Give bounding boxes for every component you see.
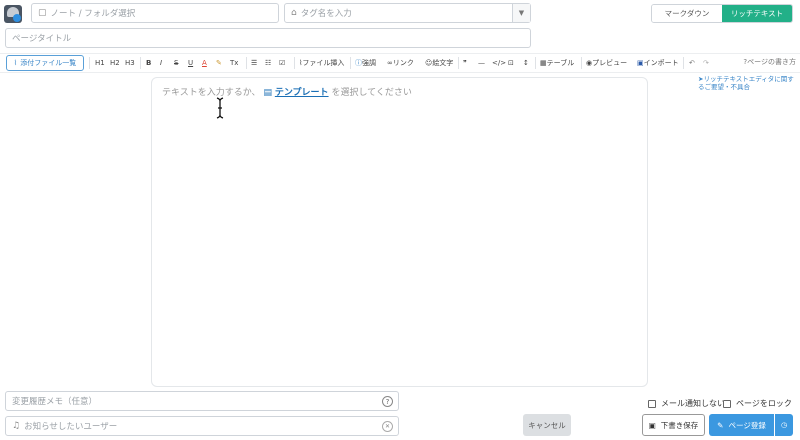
attachments-button[interactable]: ⌇ 添付ファイル一覧 (6, 55, 84, 71)
feedback-label: リッチテキストエディタに関するご要望・不具合 (698, 75, 794, 91)
save-draft-button[interactable]: ▣ 下書き保存 (642, 414, 705, 436)
no-mail-checkbox[interactable]: メール通知しない (648, 398, 725, 409)
template-link[interactable]: テンプレート (275, 88, 329, 98)
notify-placeholder: お知らせしたいユーザー (24, 422, 118, 432)
file-insert-button[interactable]: ⌇ ファイル挿入 (299, 56, 344, 70)
table-icon: ▦ (540, 59, 547, 67)
emphasis-button[interactable]: ⓘ 強調 (355, 56, 376, 70)
emoji-button[interactable]: ☺ 絵文字 (425, 56, 453, 70)
codeblock-button[interactable]: ⊡ (508, 56, 514, 70)
feedback-link[interactable]: ➤リッチテキストエディタに関するご要望・不具合 (698, 75, 798, 91)
link-button[interactable]: ∞ リンク (387, 56, 414, 70)
clear-format-button[interactable]: Tx (230, 56, 238, 70)
preview-button[interactable]: ◉ プレビュー (586, 56, 627, 70)
cancel-button[interactable]: キャンセル (523, 414, 571, 436)
smile-icon: ☺ (425, 59, 433, 67)
register-page-button[interactable]: ✎ ページ登録 (709, 414, 774, 436)
register-label: ページ登録 (728, 420, 766, 430)
preview-label: プレビュー (592, 59, 628, 67)
italic-button[interactable]: I (160, 56, 162, 70)
notify-users-input[interactable]: ♫ お知らせしたいユーザー ✕ (5, 416, 399, 436)
howto-link[interactable]: ?ページの書き方 (743, 57, 796, 67)
heading3-button[interactable]: H3 (125, 56, 135, 70)
editor-mode-toggle: マークダウン リッチテキスト (651, 4, 793, 23)
expand-button[interactable]: ↕ (523, 56, 529, 70)
memo-placeholder: 変更履歴メモ（任意） (12, 397, 98, 407)
folder-select[interactable]: ▢ ノート / フォルダ選択 (31, 3, 279, 23)
checkbox-box[interactable] (648, 399, 656, 408)
folder-icon: ▢ (38, 8, 47, 18)
highlight-icon[interactable]: ✎ (216, 56, 222, 70)
bell-icon: ♫ (12, 421, 21, 431)
quote-button[interactable]: ❞ (463, 56, 467, 70)
emoji-label: 絵文字 (432, 59, 454, 67)
no-mail-label: メール通知しない (661, 399, 725, 408)
app-logo (4, 5, 22, 23)
clear-icon[interactable]: ✕ (382, 421, 393, 432)
paperclip-icon: ⌇ (13, 59, 18, 67)
horizontal-rule-button[interactable]: — (478, 56, 485, 70)
clock-icon[interactable]: ◷ (775, 414, 793, 436)
chevron-down-icon[interactable]: ▼ (512, 4, 530, 22)
link-label: リンク (392, 59, 414, 67)
import-label: インポート (643, 59, 679, 67)
import-button[interactable]: ▣ インポート (637, 56, 679, 70)
heading2-button[interactable]: H2 (110, 56, 120, 70)
document-icon: ▤ (263, 88, 272, 98)
pencil-icon: ✎ (717, 420, 724, 430)
lock-page-label: ページをロック (736, 399, 792, 408)
tag-input[interactable]: ⌂ タグ名を入力 ▼ (284, 3, 531, 23)
rich-text-editor[interactable] (151, 77, 648, 387)
word-icon: ▣ (637, 59, 644, 67)
ordered-list-icon[interactable]: ☷ (265, 56, 271, 70)
text-cursor-icon (216, 97, 224, 119)
file-insert-label: ファイル挿入 (302, 59, 345, 67)
checkbox-box[interactable] (723, 399, 731, 408)
emphasis-label: 強調 (362, 59, 376, 67)
howto-label: ページの書き方 (747, 58, 796, 66)
bold-button[interactable]: B (146, 56, 151, 70)
save-icon: ▣ (648, 420, 656, 430)
undo-button[interactable]: ↶ (689, 56, 695, 70)
code-button[interactable]: </> (492, 56, 506, 70)
page-title-input[interactable]: ページタイトル (5, 28, 531, 48)
bullet-list-icon[interactable]: ☰ (251, 56, 257, 70)
checklist-icon[interactable]: ☑ (279, 56, 285, 70)
tag-input-placeholder: タグ名を入力 (300, 9, 352, 19)
table-label: テーブル (546, 59, 575, 67)
page-title-placeholder: ページタイトル (12, 34, 72, 44)
strike-button[interactable]: S (174, 56, 178, 70)
markdown-mode-button[interactable]: マークダウン (652, 5, 722, 22)
table-button[interactable]: ▦ テーブル (540, 56, 574, 70)
richtext-mode-button[interactable]: リッチテキスト (722, 5, 792, 22)
underline-button[interactable]: U (188, 56, 193, 70)
folder-select-placeholder: ノート / フォルダ選択 (50, 9, 136, 19)
placeholder-text: テキストを入力するか、 (162, 88, 261, 98)
help-icon[interactable]: ? (382, 396, 393, 407)
redo-button[interactable]: ↷ (703, 56, 709, 70)
text-color-button[interactable]: A (202, 56, 207, 70)
draft-label: 下書き保存 (660, 420, 699, 430)
info-icon: ⓘ (355, 59, 362, 67)
heading1-button[interactable]: H1 (95, 56, 105, 70)
editor-placeholder: テキストを入力するか、 ▤ テンプレート を選択してください (162, 85, 412, 98)
attachments-label: 添付ファイル一覧 (20, 59, 77, 67)
lock-page-checkbox[interactable]: ページをロック (723, 398, 792, 409)
placeholder-text-after: を選択してください (331, 88, 412, 98)
change-memo-input[interactable]: 変更履歴メモ（任意） ? (5, 391, 399, 411)
tag-icon: ⌂ (291, 8, 297, 18)
